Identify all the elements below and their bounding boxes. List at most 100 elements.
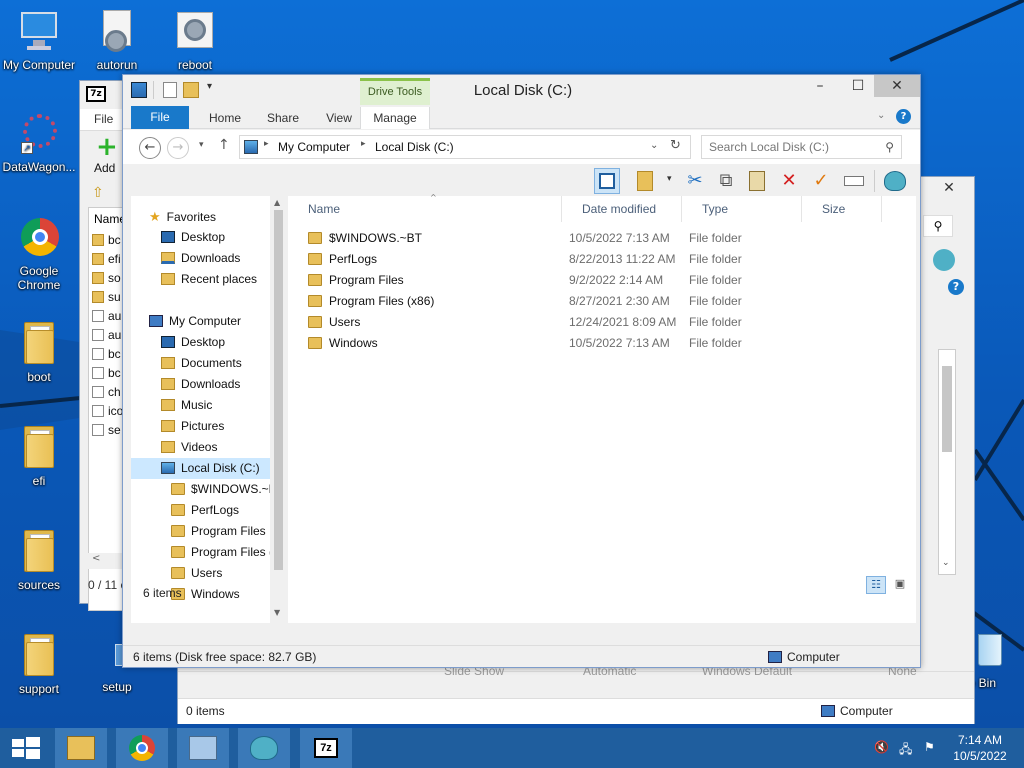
tab-manage[interactable]: Manage [360,107,430,129]
address-dropdown-icon[interactable]: ⌄ [650,140,658,151]
column-header-size[interactable]: Size [802,196,882,222]
details-view-icon[interactable]: ☷ [866,576,886,594]
table-row[interactable]: Program Files (x86) 8/27/2021 2:30 AM File… [308,291,788,312]
volume-muted-icon[interactable]: 🔇 [874,740,890,756]
scroll-up-arrow-icon[interactable]: ▲ [274,198,280,207]
table-row[interactable]: Program Files 9/2/2022 2:14 AM File folder [308,270,788,291]
close-button[interactable]: ✕ [874,75,920,97]
list-item[interactable]: ch [92,385,121,399]
large-icons-view-icon[interactable]: ▣ [890,576,910,594]
desktop-icon-autorun[interactable]: autorun [78,8,156,72]
tab-home[interactable]: Home [195,107,255,129]
taskbar-7zip[interactable]: 7z [300,728,352,768]
column-header-date-modified[interactable]: Date modified [562,196,682,222]
up-arrow-icon[interactable]: ↑ [218,137,230,153]
table-row[interactable]: Windows 10/5/2022 7:13 AM File folder [308,333,788,354]
table-row[interactable]: $WINDOWS.~BT 10/5/2022 7:13 AM File folder [308,228,788,249]
help-icon[interactable]: ? [948,279,964,295]
desktop-icon-reboot[interactable]: reboot [156,8,234,72]
search-input[interactable]: Search Local Disk (C:) ⚲ [701,135,902,159]
breadcrumb-local-disk[interactable]: Local Disk (C:) [375,140,454,154]
nav-favorite-item[interactable]: Recent places [161,269,257,290]
nav-folder-item[interactable]: Program Files (x86) [171,542,286,563]
list-item[interactable]: su [92,290,121,304]
desktop-icon-support[interactable]: support [0,630,78,696]
shell-icon[interactable] [882,168,908,194]
delete-icon[interactable]: ✕ [776,168,802,194]
up-folder-icon[interactable]: ⇧ [92,185,110,201]
nav-folder-item[interactable]: Program Files [171,521,266,542]
taskbar-file-explorer[interactable] [55,728,107,768]
system-clock[interactable]: 7:14 AM 10/5/2022 [948,732,1012,764]
view-dropdown-icon[interactable]: ▾ [667,174,672,184]
table-row[interactable]: PerfLogs 8/22/2013 11:22 AM File folder [308,249,788,270]
nav-folder-item[interactable]: $WINDOWS.~BT [171,479,284,500]
nav-computer-item[interactable]: Videos [161,437,217,458]
tab-share[interactable]: Share [253,107,313,129]
column-header-type[interactable]: Type [682,196,802,222]
taskbar-shell[interactable] [238,728,290,768]
vertical-scrollbar[interactable]: ⌄ [938,349,956,575]
nav-local-disk[interactable]: Local Disk (C:) [131,458,271,479]
desktop-icon-my-computer[interactable]: My Computer [0,8,78,72]
list-item[interactable]: efi [92,252,121,266]
copy-icon[interactable]: ⧉ [713,168,739,194]
nav-favorite-item[interactable]: Desktop [161,227,225,248]
network-icon[interactable]: 🖧 [899,740,915,756]
recent-locations-dropdown-icon[interactable]: ▾ [199,140,204,150]
desktop-icon-efi[interactable]: efi [0,422,78,488]
list-item[interactable]: bc [92,233,121,247]
breadcrumb-my-computer[interactable]: My Computer [278,140,350,154]
column-header-name[interactable]: Name [288,196,562,222]
search-icon[interactable]: ⚲ [923,215,953,237]
new-folder-icon[interactable] [183,82,199,98]
nav-folder-item[interactable]: PerfLogs [171,500,239,521]
list-item[interactable]: au [92,328,121,342]
nav-computer-item[interactable]: Pictures [161,416,224,437]
list-item[interactable]: bc [92,366,121,380]
nav-computer-item[interactable]: Music [161,395,212,416]
close-button[interactable]: ✕ [923,177,975,199]
forward-arrow-icon[interactable]: → [167,137,189,159]
new-folder-toolbar-icon[interactable] [633,168,659,194]
nav-my-computer[interactable]: My Computer [149,311,241,332]
list-item[interactable]: bc [92,347,121,361]
cut-icon[interactable]: ✂ [682,168,708,194]
nav-favorite-item[interactable]: Downloads [161,248,240,269]
desktop-icon-boot[interactable]: boot [0,318,78,384]
add-button[interactable]: Add [94,161,115,175]
tab-file[interactable]: File [131,106,189,129]
checkmark-icon[interactable]: ✓ [808,168,834,194]
list-item[interactable]: se [92,423,121,437]
rename-icon[interactable] [841,168,867,194]
scroll-down-arrow-icon[interactable]: ▼ [274,608,280,617]
refresh-icon[interactable]: ↻ [670,138,681,153]
desktop-icon-datawagon[interactable]: ↗ DataWagon... [0,110,78,174]
nav-computer-item[interactable]: Documents [161,353,242,374]
nav-favorites[interactable]: ★ Favorites [149,206,216,227]
taskbar-chrome[interactable] [116,728,168,768]
quick-access-dropdown-icon[interactable]: ▾ [207,81,212,92]
nav-computer-item[interactable]: Desktop [161,332,225,353]
start-button[interactable] [0,728,50,768]
properties-icon[interactable] [163,82,177,98]
list-item[interactable]: ico [92,404,123,418]
menu-file[interactable]: File [94,112,113,126]
nav-computer-item[interactable]: Downloads [161,374,240,395]
taskbar-control-panel[interactable] [177,728,229,768]
table-row[interactable]: Users 12/24/2021 8:09 AM File folder [308,312,788,333]
nav-folder-item[interactable]: Users [171,563,222,584]
help-icon[interactable]: ? [896,109,911,124]
paste-icon[interactable] [744,168,770,194]
back-arrow-icon[interactable]: ← [139,137,161,159]
scroll-thumb[interactable] [274,210,283,570]
list-item[interactable]: so [92,271,121,285]
ribbon-expand-icon[interactable]: ⌄ [877,110,885,121]
navigation-scrollbar[interactable]: ▲ ▼ [270,196,287,623]
desktop-icon-sources[interactable]: sources [0,526,78,592]
action-center-icon[interactable]: ⚑ [924,740,940,756]
list-item[interactable]: au [92,309,121,323]
address-bar[interactable]: ▸ My Computer ▸ Local Disk (C:) ⌄ ↻ [239,135,691,159]
preview-pane-icon[interactable] [594,168,620,194]
desktop-icon-google-chrome[interactable]: Google Chrome [0,214,78,292]
